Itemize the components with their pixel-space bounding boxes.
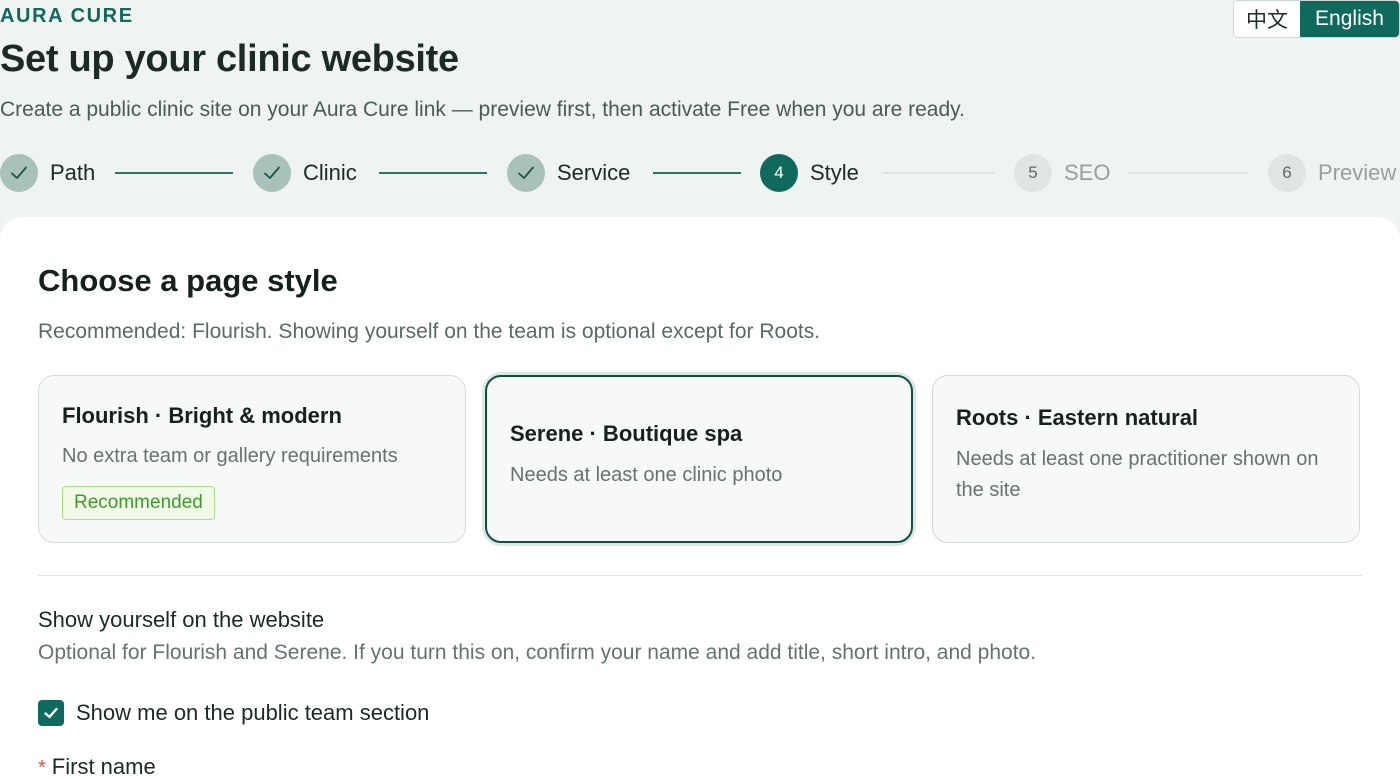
show-on-team-checkbox[interactable] (38, 700, 64, 726)
step-number-circle: 4 (760, 154, 798, 192)
step-clinic[interactable]: Clinic (253, 152, 357, 194)
show-yourself-description: Optional for Flourish and Serene. If you… (38, 641, 1037, 664)
step-connector (379, 172, 487, 174)
step-label: Path (50, 160, 96, 185)
step-label: SEO (1064, 160, 1111, 185)
recommended-badge: Recommended (62, 486, 215, 520)
language-option-english[interactable]: English (1300, 1, 1399, 37)
step-style[interactable]: 4 Style (760, 152, 859, 194)
section-title: Choose a page style (38, 263, 338, 298)
step-number-circle: 5 (1014, 154, 1052, 192)
card-title: Roots · Eastern natural (956, 405, 1199, 430)
setup-page: AURA CURE Set up your clinic website Cre… (0, 0, 1400, 779)
step-connector (653, 172, 741, 174)
card-description: Needs at least one practitioner shown on… (956, 448, 1319, 501)
checkbox-label: Show me on the public team section (76, 700, 430, 725)
step-label: Service (557, 160, 631, 185)
card-description: Needs at least one clinic photo (510, 464, 783, 486)
card-title: Flourish · Bright & modern (62, 403, 342, 428)
check-icon (11, 166, 27, 179)
step-connector (1128, 172, 1248, 174)
language-switch: 中文 English (1233, 0, 1400, 38)
card-title: Serene · Boutique spa (510, 421, 743, 446)
step-seo[interactable]: 5 SEO (1014, 152, 1110, 194)
first-name-label: * First name (38, 754, 156, 779)
step-connector (882, 172, 995, 174)
step-label: Style (810, 160, 859, 185)
step-complete-circle (0, 154, 38, 192)
progress-stepper: Path Clinic Service 4 Style 5 SEO 6 Prev… (0, 152, 1400, 194)
step-preview[interactable]: 6 Preview (1268, 152, 1396, 194)
required-marker: * (38, 757, 46, 779)
step-number-circle: 6 (1268, 154, 1306, 192)
section-divider (38, 575, 1362, 576)
section-description: Recommended: Flourish. Showing yourself … (38, 320, 821, 343)
step-service[interactable]: Service (507, 152, 630, 194)
brand-name: AURA CURE (0, 5, 134, 27)
style-card-serene[interactable]: Serene · Boutique spa Needs at least one… (485, 375, 913, 543)
page-subtitle: Create a public clinic site on your Aura… (0, 98, 965, 121)
page-title: Set up your clinic website (0, 38, 459, 80)
style-card-flourish[interactable]: Flourish · Bright & modern No extra team… (38, 375, 466, 543)
step-label: Preview (1318, 160, 1397, 185)
step-connector (115, 172, 233, 174)
style-card-roots[interactable]: Roots · Eastern natural Needs at least o… (932, 375, 1360, 543)
show-on-team-option[interactable]: Show me on the public team section (38, 699, 429, 727)
step-label: Clinic (303, 160, 357, 185)
first-name-label-text: First name (51, 754, 156, 779)
language-option-chinese[interactable]: 中文 (1234, 1, 1300, 37)
check-icon (518, 166, 534, 179)
style-panel: Choose a page style Recommended: Flouris… (0, 217, 1400, 779)
show-yourself-title: Show yourself on the website (38, 607, 325, 632)
step-complete-circle (507, 154, 545, 192)
step-complete-circle (253, 154, 291, 192)
check-icon (44, 707, 58, 719)
step-path[interactable]: Path (0, 152, 95, 194)
card-description: No extra team or gallery requirements (62, 445, 398, 467)
check-icon (264, 166, 280, 179)
